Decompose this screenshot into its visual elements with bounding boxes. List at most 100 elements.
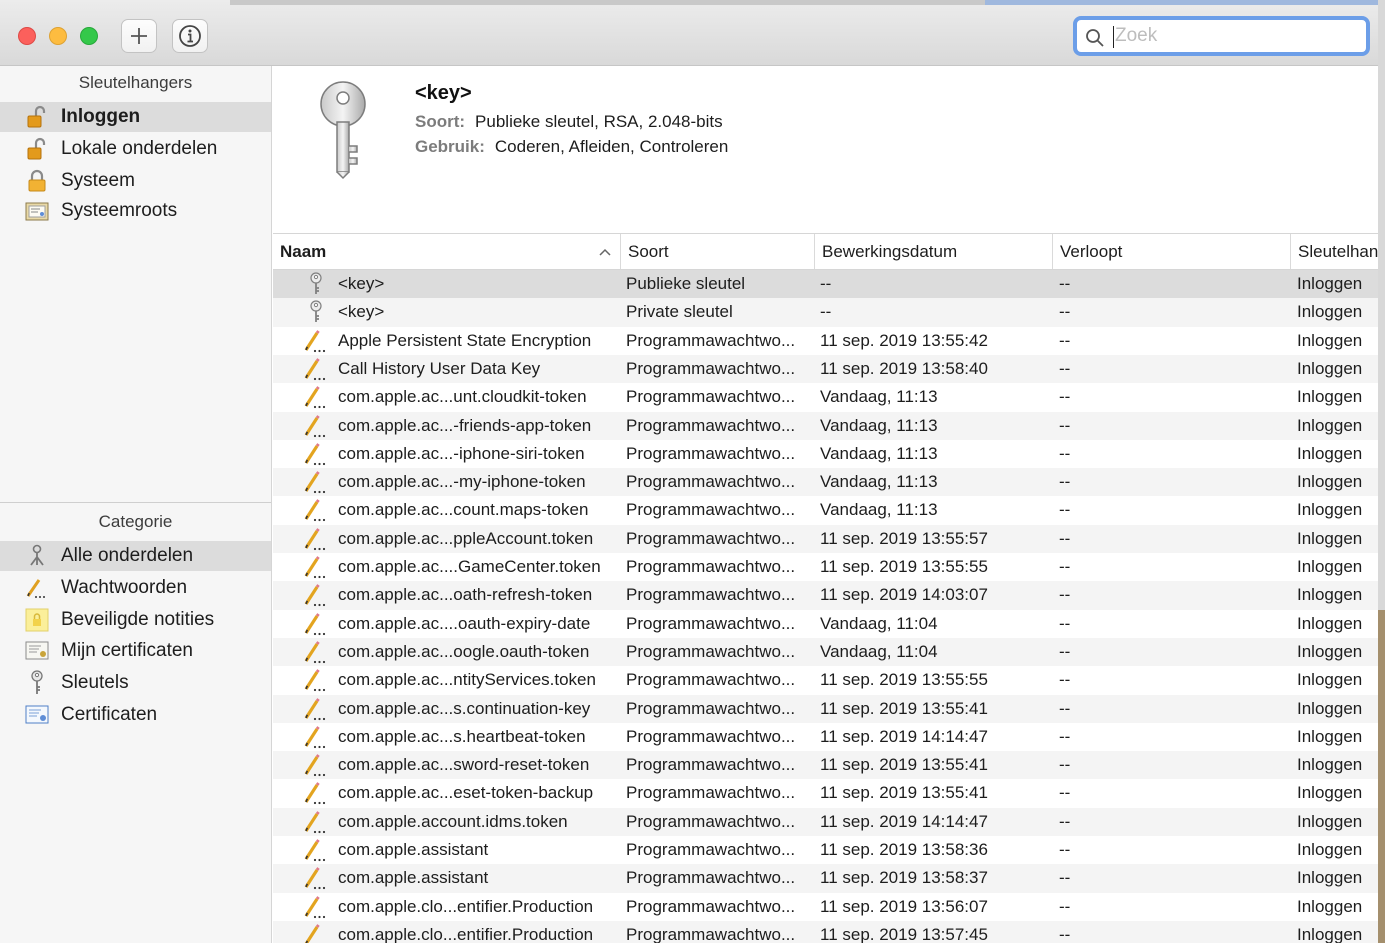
table-row[interactable]: com.apple.ac...-my-iphone-token Programma… bbox=[273, 468, 1378, 497]
cell-expires: -- bbox=[1059, 783, 1071, 803]
cell-name: com.apple.ac...s.continuation-key bbox=[338, 698, 591, 718]
password-pencil-icon bbox=[303, 808, 329, 836]
cell-expires: -- bbox=[1059, 330, 1071, 350]
sidebar-item-label: Wachtwoorden bbox=[61, 577, 188, 598]
column-header-sleutelhanger[interactable]: Sleutelhanger bbox=[1290, 234, 1378, 269]
table-row[interactable]: com.apple.ac...unt.cloudkit-token Program… bbox=[273, 383, 1378, 411]
table-row[interactable]: com.apple.ac...ntityServices.token Progra… bbox=[273, 666, 1378, 694]
table-row[interactable]: com.apple.ac...eset-token-backup Programm… bbox=[273, 779, 1378, 807]
cell-kind: Programmawachtwo... bbox=[626, 755, 796, 775]
table-row[interactable]: com.apple.assistant Programmawachtwo... 11… bbox=[273, 864, 1378, 893]
cell-keychain: Inloggen bbox=[1297, 670, 1363, 690]
close-window-button[interactable] bbox=[18, 27, 36, 45]
column-header-verloopt[interactable]: Verloopt bbox=[1052, 234, 1290, 269]
cell-kind: Programmawachtwo... bbox=[626, 670, 796, 690]
cell-kind: Programmawachtwo... bbox=[626, 472, 796, 492]
column-header-bewerkingsdatum[interactable]: Bewerkingsdatum bbox=[814, 234, 1052, 269]
password-pencil-icon bbox=[303, 525, 329, 553]
get-info-button[interactable] bbox=[172, 19, 208, 53]
password-pencil-icon bbox=[303, 723, 329, 751]
cell-date: 11 sep. 2019 13:55:41 bbox=[820, 755, 988, 775]
cell-keychain: Inloggen bbox=[1297, 840, 1363, 859]
minimize-window-button[interactable] bbox=[49, 27, 67, 45]
cell-keychain: Inloggen bbox=[1297, 613, 1363, 633]
zoom-window-button[interactable] bbox=[80, 27, 98, 45]
sidebar-item-beveiligde-notities[interactable]: Beveiligde notities bbox=[0, 605, 271, 635]
cell-keychain: Inloggen bbox=[1297, 726, 1363, 746]
sidebar-item-inloggen[interactable]: Inloggen bbox=[0, 102, 271, 132]
background-window-strip bbox=[230, 0, 1385, 5]
cell-expires: -- bbox=[1059, 302, 1071, 322]
cell-keychain: Inloggen bbox=[1297, 500, 1363, 520]
table-row[interactable]: Apple Persistent State Encryption Program… bbox=[273, 327, 1378, 355]
table-row[interactable]: com.apple.ac...oath-refresh-token Program… bbox=[273, 581, 1378, 610]
sidebar-item-systeemroots[interactable]: Systeemroots bbox=[0, 196, 271, 226]
cell-expires: -- bbox=[1059, 868, 1071, 888]
table-row[interactable]: Call History User Data Key Programmawacht… bbox=[273, 354, 1378, 384]
password-pencil-icon bbox=[303, 581, 329, 609]
cell-kind: Programmawachtwo... bbox=[626, 698, 796, 718]
column-header-naam[interactable]: Naam bbox=[273, 234, 620, 269]
table-row[interactable]: com.apple.ac...oogle.oauth-token Programm… bbox=[273, 637, 1378, 667]
table-header: Naam Soort Bewerkingsdatum Verloopt Sleu… bbox=[273, 234, 1378, 270]
cell-expires: -- bbox=[1059, 726, 1071, 746]
cell-name: <key> bbox=[338, 302, 385, 322]
item-kind-row: Soort: Publieke sleutel, RSA, 2.048-bits bbox=[415, 112, 723, 132]
password-pencil-icon bbox=[303, 412, 329, 440]
cell-kind: Programmawachtwo... bbox=[626, 783, 796, 803]
sidebar-item-sleutels[interactable]: Sleutels bbox=[0, 668, 271, 698]
cell-name: com.apple.assistant bbox=[338, 868, 489, 888]
table-row[interactable]: com.apple.ac...s.heartbeat-token Programm… bbox=[273, 723, 1378, 751]
cell-expires: -- bbox=[1059, 557, 1071, 576]
cell-keychain: Inloggen bbox=[1297, 755, 1363, 775]
sidebar-item-wachtwoorden[interactable]: Wachtwoorden bbox=[0, 573, 271, 603]
cell-keychain: Inloggen bbox=[1297, 783, 1363, 803]
table-row[interactable]: com.apple.ac...ppleAccount.token Programm… bbox=[273, 524, 1378, 553]
table-row[interactable]: <key> Publieke sleutel -- -- Inloggen bbox=[273, 270, 1378, 299]
cell-date: -- bbox=[820, 274, 832, 293]
cell-keychain: Inloggen bbox=[1297, 387, 1363, 407]
cell-kind: Programmawachtwo... bbox=[626, 840, 796, 859]
table-row[interactable]: com.apple.ac...s.continuation-key Program… bbox=[273, 694, 1378, 723]
cell-name: com.apple.ac...sword-reset-token bbox=[338, 755, 590, 775]
cell-kind: Programmawachtwo... bbox=[626, 896, 796, 916]
table-row[interactable]: com.apple.clo...entifier.Production Progr… bbox=[273, 893, 1378, 921]
table-row[interactable]: <key> Private sleutel -- -- Inloggen bbox=[273, 298, 1378, 327]
table-row[interactable]: com.apple.clo...entifier.Production Progr… bbox=[273, 920, 1378, 943]
cell-kind: Programmawachtwo... bbox=[626, 811, 796, 831]
search-field[interactable] bbox=[1073, 16, 1370, 56]
search-input[interactable] bbox=[1115, 22, 1355, 50]
table-row[interactable]: com.apple.ac...sword-reset-token Programm… bbox=[273, 751, 1378, 780]
cell-name: com.apple.ac...unt.cloudkit-token bbox=[338, 387, 587, 407]
add-item-button[interactable] bbox=[121, 19, 157, 53]
sidebar-item-mijn-certificaten[interactable]: Mijn certificaten bbox=[0, 636, 271, 666]
table-row[interactable]: com.apple.ac...count.maps-token Programma… bbox=[273, 496, 1378, 524]
table-row[interactable]: com.apple.account.idms.token Programmawac… bbox=[273, 807, 1378, 836]
cell-name: com.apple.ac...-my-iphone-token bbox=[338, 472, 586, 492]
table-row[interactable]: com.apple.ac...-iphone-siri-token Program… bbox=[273, 440, 1378, 468]
table-row[interactable]: com.apple.assistant Programmawachtwo... 11… bbox=[273, 836, 1378, 864]
usage-value: Coderen, Afleiden, Controleren bbox=[494, 137, 729, 156]
cell-date: Vandaag, 11:13 bbox=[820, 443, 938, 463]
cell-name: com.apple.ac...eset-token-backup bbox=[338, 783, 594, 803]
sidebar-item-lokale-onderdelen[interactable]: Lokale onderdelen bbox=[0, 134, 271, 164]
table-row[interactable]: com.apple.ac....oauth-expiry-date Program… bbox=[273, 610, 1378, 638]
cell-keychain: Inloggen bbox=[1297, 528, 1363, 548]
sidebar-item-certificaten[interactable]: Certificaten bbox=[0, 700, 271, 730]
sidebar-item-label: Systeemroots bbox=[61, 200, 178, 221]
password-pencil-icon bbox=[303, 440, 329, 468]
cell-expires: -- bbox=[1059, 613, 1071, 633]
password-pencil-icon bbox=[303, 610, 329, 638]
large-key-icon bbox=[320, 81, 366, 180]
sidebar-item-alle-onderdelen[interactable]: Alle onderdelen bbox=[0, 541, 271, 571]
item-usage-row: Gebruik: Coderen, Afleiden, Controleren bbox=[415, 137, 728, 157]
cell-name: com.apple.ac....oauth-expiry-date bbox=[338, 613, 591, 633]
cell-kind: Programmawachtwo... bbox=[626, 557, 796, 576]
sidebar-item-systeem[interactable]: Systeem bbox=[0, 166, 271, 196]
cell-date: 11 sep. 2019 13:57:45 bbox=[820, 924, 988, 943]
table-row[interactable]: com.apple.ac....GameCenter.token Programm… bbox=[273, 553, 1378, 581]
table-row[interactable]: com.apple.ac...-friends-app-token Program… bbox=[273, 411, 1378, 440]
password-pencil-icon bbox=[303, 751, 329, 779]
column-header-soort[interactable]: Soort bbox=[620, 234, 814, 269]
cell-kind: Programmawachtwo... bbox=[626, 641, 796, 661]
